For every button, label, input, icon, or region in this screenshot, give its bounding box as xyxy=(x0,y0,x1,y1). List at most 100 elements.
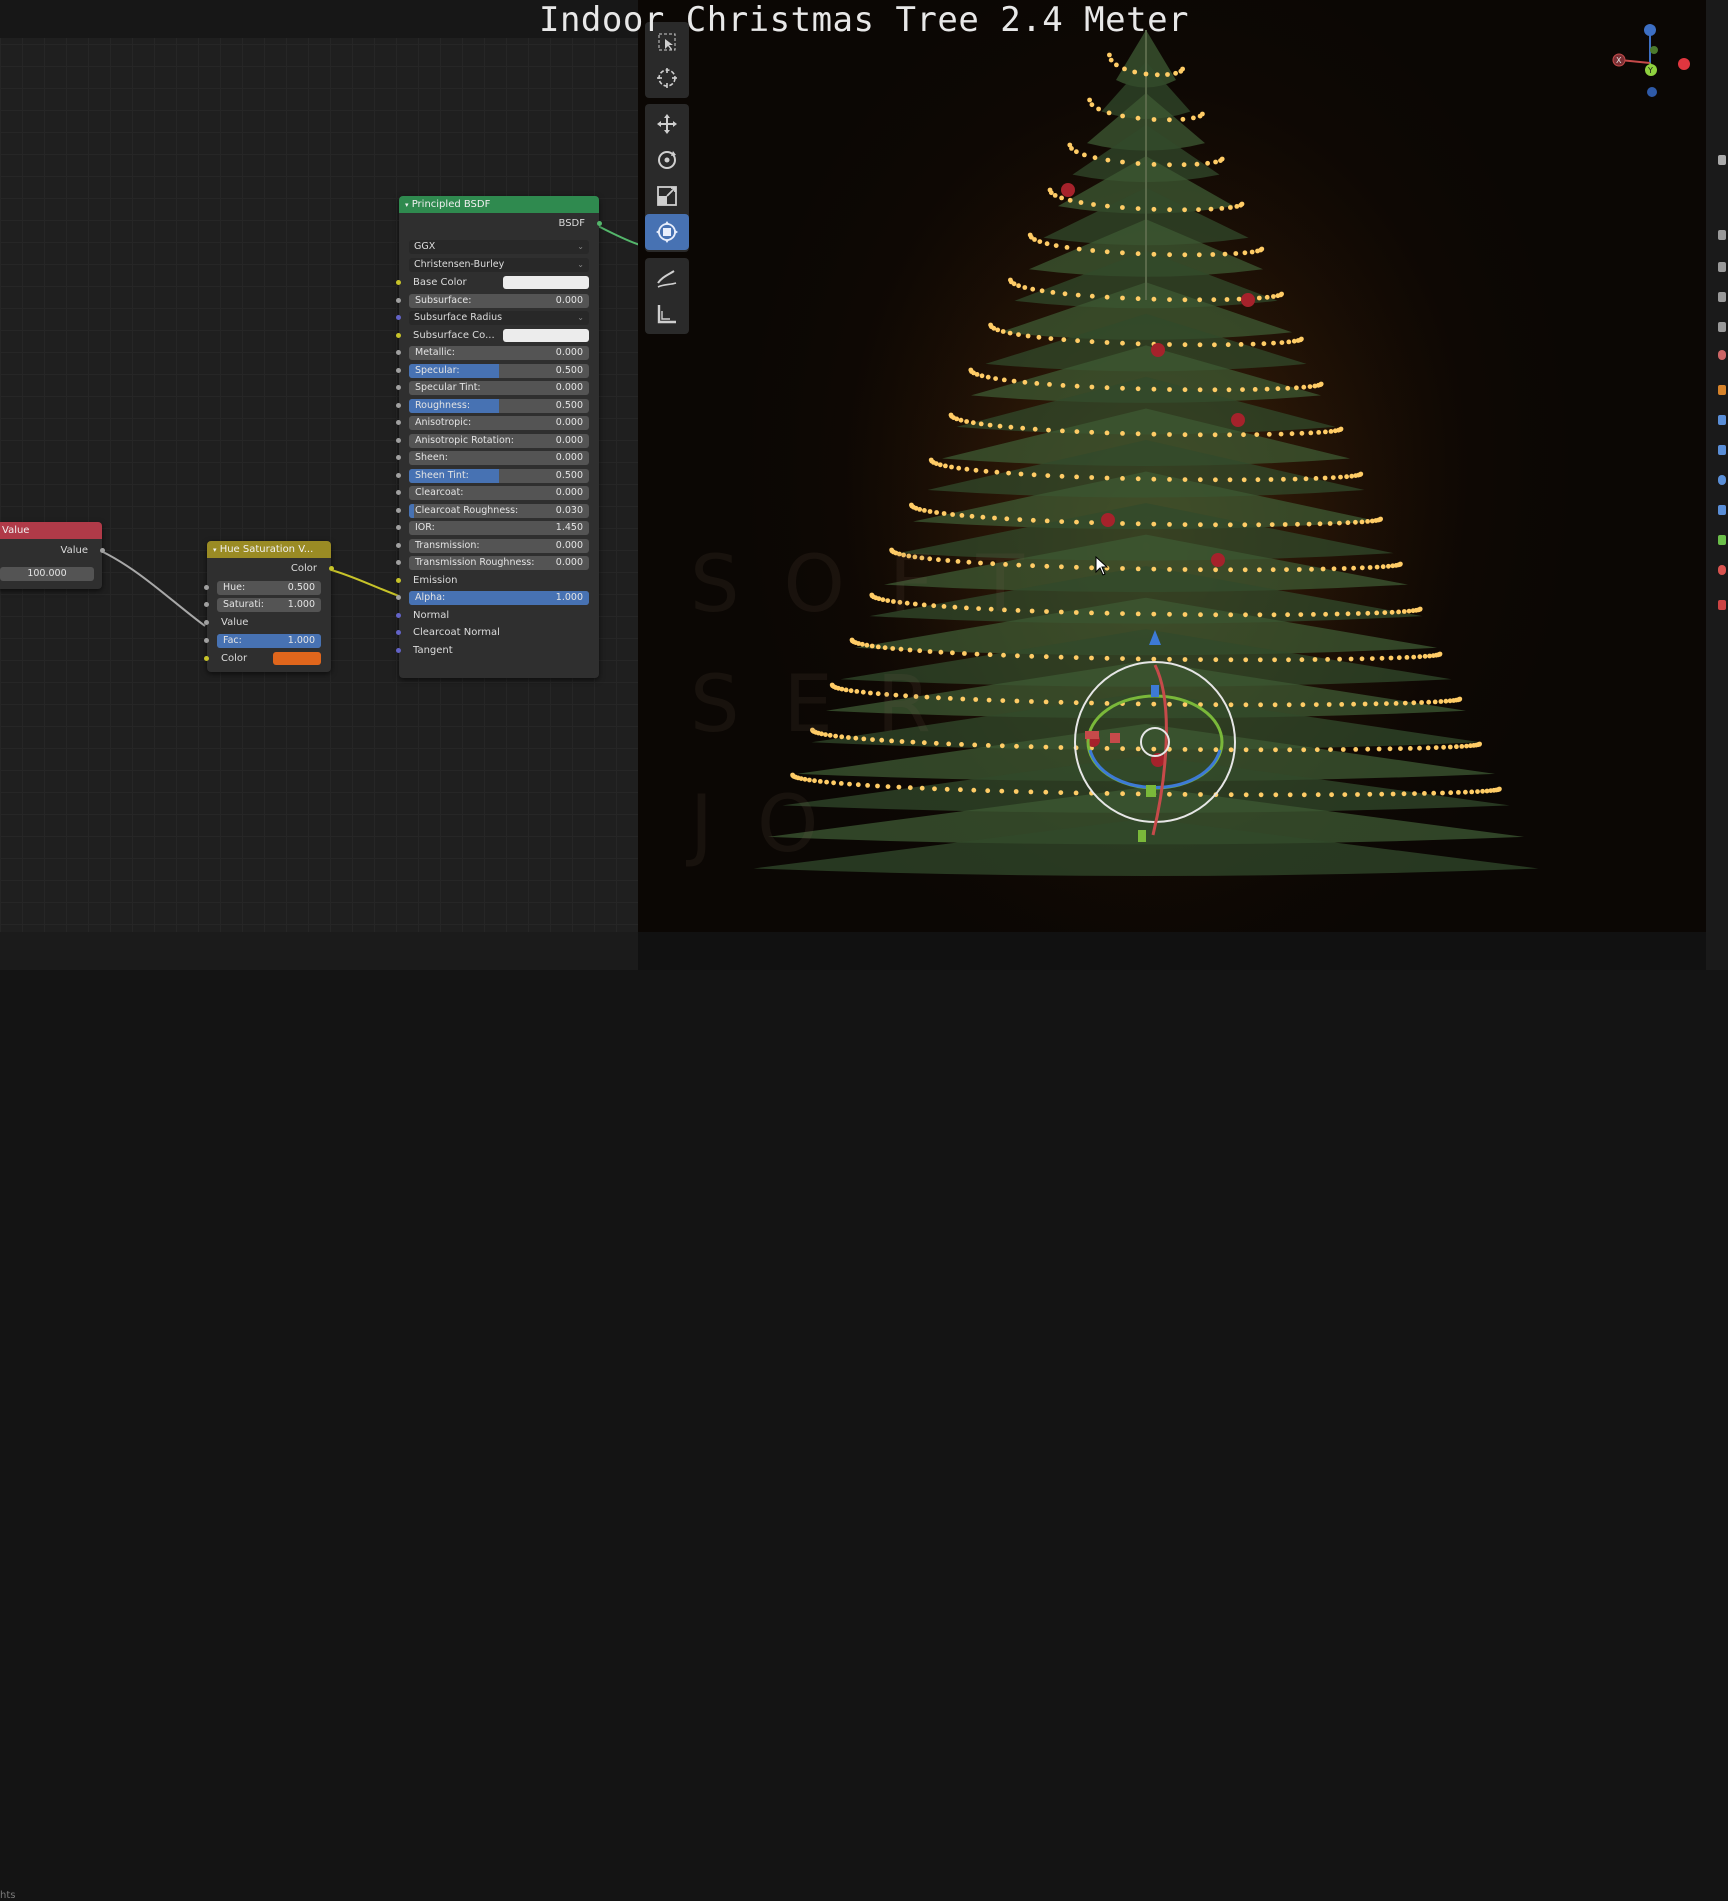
constraints-tab-icon[interactable] xyxy=(1718,505,1726,515)
object-tab-icon[interactable] xyxy=(1718,385,1726,395)
bsdf-input-socket[interactable] xyxy=(396,297,401,303)
bsdf-input-socket[interactable] xyxy=(396,647,401,653)
world-tab-icon[interactable] xyxy=(1718,350,1726,360)
bsdf-value-field[interactable]: Clearcoat Roughness: 0.030 xyxy=(409,503,589,518)
bsdf-input-socket[interactable] xyxy=(396,595,401,600)
bsdf-input-socket[interactable] xyxy=(396,542,401,548)
bsdf-field-value: 0.500 xyxy=(555,469,583,481)
transform-tool[interactable] xyxy=(645,214,689,250)
bsdf-input-socket[interactable] xyxy=(396,350,401,355)
cursor-tool[interactable] xyxy=(645,60,689,96)
bsdf-value-field[interactable]: Sheen: 0.000 xyxy=(409,451,589,465)
bsdf-output-socket[interactable] xyxy=(597,221,602,226)
bsdf-input-socket[interactable] xyxy=(396,612,401,618)
bsdf-value-field[interactable]: Metallic: 0.000 xyxy=(409,346,589,360)
bsdf-input-socket[interactable] xyxy=(396,367,401,373)
particles-tab-icon[interactable] xyxy=(1718,445,1726,455)
bsdf-color-swatch[interactable] xyxy=(503,328,589,342)
scene-tab-icon[interactable] xyxy=(1718,322,1726,332)
bsdf-input-socket[interactable] xyxy=(396,525,401,530)
bsdf-value-field[interactable]: Specular: 0.500 xyxy=(409,363,589,378)
value-field-value: 100.000 xyxy=(27,568,67,579)
bsdf-value-field[interactable]: Anisotropic Rotation: 0.000 xyxy=(409,433,589,448)
gizmo-z-arrow-icon xyxy=(1149,630,1161,645)
hue-value-label: Value xyxy=(221,617,249,628)
rotate-tool[interactable] xyxy=(645,142,689,178)
bsdf-field-value: 1.000 xyxy=(555,592,583,603)
fac-input-socket[interactable] xyxy=(204,638,209,643)
bsdf-input-socket[interactable] xyxy=(396,280,401,285)
value-output-socket[interactable] xyxy=(100,548,105,553)
value-node-header[interactable]: Value xyxy=(0,522,102,539)
measure-tool[interactable] xyxy=(645,296,689,332)
physics-tab-icon[interactable] xyxy=(1718,475,1726,485)
hue-output-socket[interactable] xyxy=(329,566,334,571)
texture-tab-icon[interactable] xyxy=(1718,600,1726,610)
bsdf-value-field[interactable]: Anisotropic: 0.000 xyxy=(409,416,589,430)
view-layer-tab-icon[interactable] xyxy=(1718,292,1726,302)
render-tab-icon[interactable] xyxy=(1718,230,1726,240)
collapse-chevron-icon[interactable]: ▾ xyxy=(405,201,409,209)
value-input-socket[interactable] xyxy=(204,620,209,625)
bsdf-value-field[interactable]: Subsurface: 0.000 xyxy=(409,293,589,308)
hue-field[interactable]: Hue: 0.500 xyxy=(217,581,321,595)
principled-bsdf-node[interactable]: ▾ Principled BSDF BSDF GGX ⌄ Christensen… xyxy=(396,196,602,678)
bsdf-value-field[interactable]: Alpha: 1.000 xyxy=(409,591,589,605)
hue-color-swatch[interactable] xyxy=(273,652,321,665)
properties-tab-strip xyxy=(1706,0,1728,970)
bsdf-input-socket[interactable] xyxy=(396,402,401,408)
bsdf-input-socket[interactable] xyxy=(396,577,401,583)
bsdf-input-socket[interactable] xyxy=(396,472,401,478)
subsurface-radius-dropdown[interactable]: Subsurface Radius ⌄ xyxy=(409,311,589,325)
subsurface-method-dropdown[interactable]: Christensen-Burley ⌄ xyxy=(409,258,589,272)
bsdf-node-header[interactable]: ▾ Principled BSDF xyxy=(399,196,599,213)
material-tab-icon[interactable] xyxy=(1718,565,1726,575)
modifier-tab-icon[interactable] xyxy=(1718,415,1726,425)
saturation-field-value: 1.000 xyxy=(287,599,315,610)
tool-tab-icon[interactable] xyxy=(1718,155,1726,165)
output-tab-icon[interactable] xyxy=(1718,262,1726,272)
watermark-line-2: SER xyxy=(690,660,975,750)
bsdf-input-socket[interactable] xyxy=(396,507,401,513)
y-axis-label: Y xyxy=(1647,66,1653,75)
bsdf-value-field[interactable]: Roughness: 0.500 xyxy=(409,398,589,413)
bsdf-value-field[interactable]: Transmission: 0.000 xyxy=(409,538,589,553)
bsdf-value-field[interactable]: Sheen Tint: 0.500 xyxy=(409,468,589,483)
bsdf-row: Subsurface: 0.000 xyxy=(396,293,599,309)
color-input-socket[interactable] xyxy=(204,656,209,661)
bsdf-value-field[interactable]: IOR: 1.450 xyxy=(409,521,589,535)
tool-group-annotate xyxy=(645,258,689,334)
chevron-down-icon: ⌄ xyxy=(577,313,584,322)
bsdf-input-socket[interactable] xyxy=(396,437,401,443)
bsdf-input-socket[interactable] xyxy=(396,420,401,425)
bsdf-input-socket[interactable] xyxy=(396,315,401,320)
data-tab-icon[interactable] xyxy=(1718,535,1726,545)
bsdf-input-socket[interactable] xyxy=(396,630,401,635)
move-tool[interactable] xyxy=(645,106,689,142)
bsdf-input-socket[interactable] xyxy=(396,332,401,338)
saturation-field[interactable]: Saturati: 1.000 xyxy=(217,598,321,612)
hue-node-header[interactable]: ▾ Hue Saturation V... xyxy=(207,541,331,558)
bsdf-color-label: Base Color xyxy=(413,277,467,288)
hue-input-socket[interactable] xyxy=(204,585,209,590)
scale-tool[interactable] xyxy=(645,178,689,214)
bsdf-input-socket[interactable] xyxy=(396,490,401,495)
bsdf-row: Clearcoat: 0.000 xyxy=(396,485,599,501)
bsdf-socket-label: Emission xyxy=(413,574,458,586)
distribution-dropdown[interactable]: GGX ⌄ xyxy=(409,240,589,254)
bsdf-value-field[interactable]: Clearcoat: 0.000 xyxy=(409,486,589,500)
bsdf-input-socket[interactable] xyxy=(396,385,401,390)
bsdf-value-field[interactable]: Specular Tint: 0.000 xyxy=(409,381,589,395)
bsdf-color-swatch[interactable] xyxy=(503,276,589,289)
hue-saturation-node[interactable]: ▾ Hue Saturation V... Color Hue: 0.500 S… xyxy=(204,541,334,672)
collapse-chevron-icon[interactable]: ▾ xyxy=(213,546,217,554)
value-node[interactable]: Value Value 100.000 xyxy=(0,522,105,589)
value-field[interactable]: 100.000 xyxy=(0,567,94,581)
bsdf-input-socket[interactable] xyxy=(396,560,401,565)
bsdf-value-field[interactable]: Transmission Roughness: 0.000 xyxy=(409,556,589,570)
bsdf-input-socket[interactable] xyxy=(396,455,401,460)
fac-field[interactable]: Fac: 1.000 xyxy=(217,634,321,648)
saturation-input-socket[interactable] xyxy=(204,602,209,607)
rotate-transform-gizmo[interactable] xyxy=(1045,625,1265,865)
annotate-tool[interactable] xyxy=(645,260,689,296)
